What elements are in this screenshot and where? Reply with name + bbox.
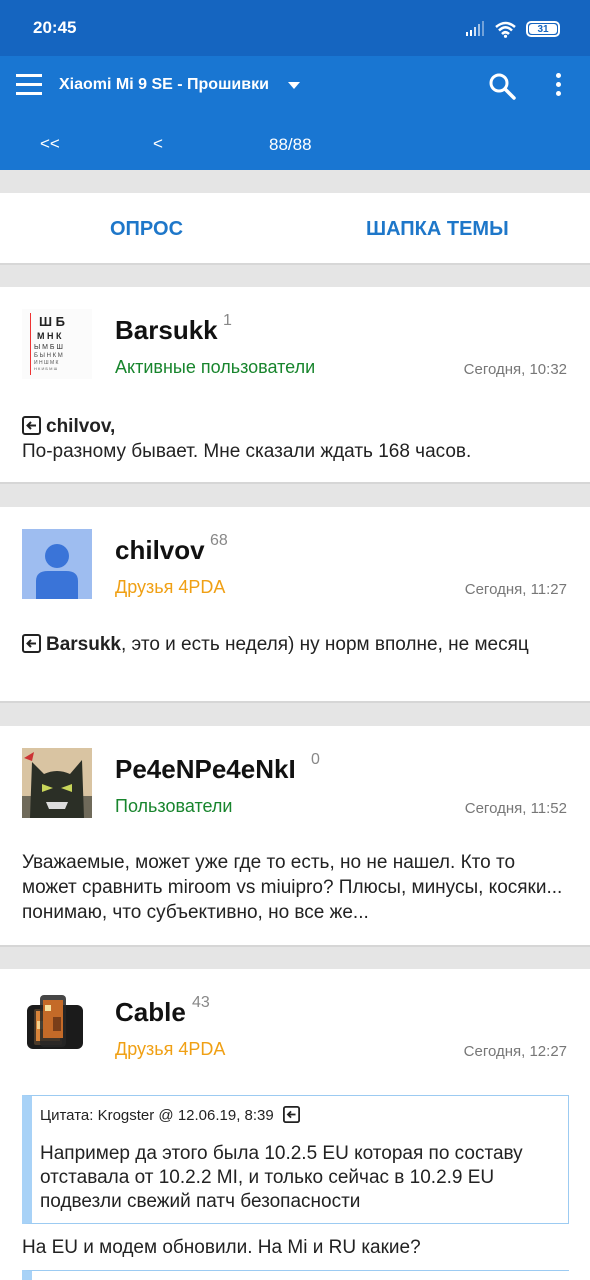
post: Ш Б М Н К Ы М Б Ш Б Ы Н К М И Н Ш М К Н … bbox=[0, 287, 590, 484]
reply-icon[interactable] bbox=[22, 634, 41, 653]
avatar[interactable]: Ш Б М Н К Ы М Б Ш Б Ы Н К М И Н Ш М К Н … bbox=[22, 309, 92, 379]
menu-icon[interactable] bbox=[16, 74, 42, 96]
previous-page-button[interactable]: < bbox=[153, 134, 163, 154]
reputation-count: 0 bbox=[311, 751, 320, 768]
post: Pe4eNPe4eNkI 0 Пользователи Сегодня, 11:… bbox=[0, 726, 590, 947]
post-time: Сегодня, 10:32 bbox=[463, 361, 567, 378]
quote-source[interactable]: Цитата: Krogster @ 12.06.19, 8:39 bbox=[40, 1107, 274, 1124]
svg-text:Ш Б: Ш Б bbox=[39, 314, 65, 329]
quote-block: Цитата: Krogster @ 12.06.19, 8:39 Наприм… bbox=[22, 1095, 569, 1224]
dropdown-caret-icon[interactable] bbox=[288, 82, 300, 89]
reply-icon[interactable] bbox=[282, 1106, 300, 1123]
reputation-count: 1 bbox=[223, 312, 232, 329]
quote-text: Например да этого была 10.2.5 EU которая… bbox=[40, 1143, 523, 1212]
reply-recipient[interactable]: Barsukk bbox=[46, 634, 121, 655]
status-icons: 31 bbox=[465, 17, 560, 41]
post-time: Сегодня, 11:27 bbox=[464, 581, 567, 598]
avatar[interactable] bbox=[22, 991, 92, 1061]
post-text: , это и есть неделя) ну норм вполне, не … bbox=[121, 634, 529, 655]
battery-level: 31 bbox=[537, 23, 549, 35]
svg-text:Ы М Б Ш: Ы М Б Ш bbox=[34, 344, 63, 351]
post-text: По-разному бывает. Мне сказали ждать 168… bbox=[22, 441, 472, 462]
topic-actions: ОПРОС ШАПКА ТЕМЫ bbox=[0, 193, 590, 265]
more-vertical-icon[interactable] bbox=[556, 73, 562, 97]
post-author[interactable]: Cable bbox=[115, 997, 186, 1028]
post-author[interactable]: Barsukk bbox=[115, 315, 218, 346]
user-group: Друзья 4PDA bbox=[115, 577, 226, 597]
svg-text:Б Ы Н К М: Б Ы Н К М bbox=[34, 353, 63, 359]
user-group: Друзья 4PDA bbox=[115, 1039, 226, 1059]
search-icon[interactable] bbox=[488, 72, 516, 100]
page-indicator[interactable]: 88/88 bbox=[269, 135, 312, 155]
reputation-count: 43 bbox=[192, 994, 210, 1011]
first-page-button[interactable]: << bbox=[40, 134, 60, 154]
post-author[interactable]: Pe4eNPe4eNkI bbox=[115, 754, 296, 785]
svg-text:Н К И Б М Ш: Н К И Б М Ш bbox=[34, 366, 58, 371]
post-body: Barsukk, это и есть неделя) ну норм впол… bbox=[22, 632, 570, 657]
quote-block-partial bbox=[22, 1270, 569, 1280]
post-body: Уважаемые, может уже где то есть, но не … bbox=[22, 852, 563, 923]
svg-text:М Н К: М Н К bbox=[37, 331, 62, 341]
post-time: Сегодня, 11:52 bbox=[464, 800, 567, 817]
status-time: 20:45 bbox=[33, 18, 77, 37]
battery-icon: 31 bbox=[526, 21, 560, 37]
reply-recipient[interactable]: chilvov, bbox=[46, 416, 115, 437]
post-author[interactable]: chilvov bbox=[115, 535, 205, 566]
avatar[interactable] bbox=[22, 748, 92, 818]
reply-icon[interactable] bbox=[22, 416, 41, 435]
avatar[interactable] bbox=[22, 529, 92, 599]
post-body: chilvov, По-разному бывает. Мне сказали … bbox=[22, 414, 570, 464]
wifi-icon bbox=[495, 21, 516, 38]
post-text: На EU и модем обновили. На Mi и RU какие… bbox=[22, 1237, 421, 1258]
quote-meta: Цитата: Krogster @ 12.06.19, 8:39 bbox=[40, 1106, 300, 1124]
poll-button[interactable]: ОПРОС bbox=[110, 218, 183, 241]
user-group: Пользователи bbox=[115, 796, 233, 816]
pagination-bar: << < 88/88 bbox=[0, 116, 590, 170]
post-time: Сегодня, 12:27 bbox=[463, 1043, 567, 1060]
user-group: Активные пользователи bbox=[115, 357, 316, 377]
signal-icon bbox=[466, 21, 484, 36]
topic-title[interactable]: Xiaomi Mi 9 SE - Прошивки bbox=[59, 76, 269, 94]
topic-header-button[interactable]: ШАПКА ТЕМЫ bbox=[366, 218, 509, 241]
post: chilvov 68 Друзья 4PDA Сегодня, 11:27 Ba… bbox=[0, 507, 590, 703]
status-bar: 20:45 31 bbox=[0, 0, 590, 56]
reputation-count: 68 bbox=[210, 532, 228, 549]
